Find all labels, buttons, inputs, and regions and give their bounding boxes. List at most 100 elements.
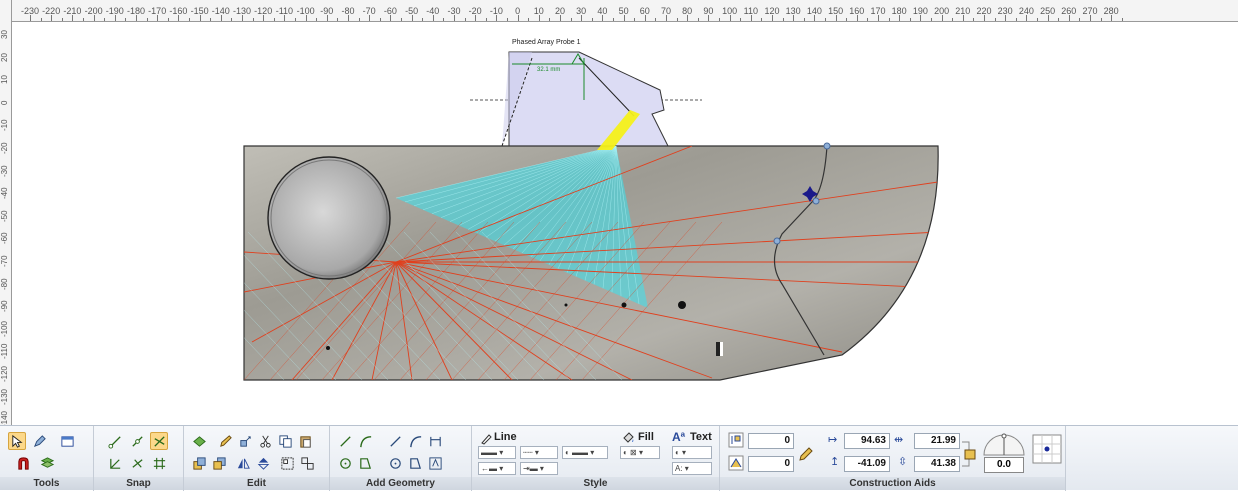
group-icon	[280, 456, 294, 470]
ruler-tick	[1015, 18, 1017, 21]
add-polygon-2-button[interactable]	[406, 454, 424, 472]
y-position-icon: ↥	[830, 456, 840, 468]
edit-shape-button[interactable]	[190, 432, 208, 450]
add-text-box-button[interactable]	[426, 454, 444, 472]
ruler-tick	[358, 18, 360, 21]
ruler-label: -50	[0, 210, 9, 222]
vertical-ruler[interactable]: 30 20 10 0 -10 -20 -30 -40 -50 -60 -70 -80 -90 -100 -1…	[0, 0, 12, 425]
ruler-tick	[835, 15, 837, 21]
side-drilled-hole[interactable]	[267, 156, 391, 280]
ruler-tick	[528, 18, 530, 21]
defect-hole[interactable]	[564, 303, 568, 307]
ruler-tick	[443, 18, 445, 21]
flip-vertical-icon	[257, 457, 269, 470]
y-position-field[interactable]: -41.09	[844, 456, 890, 472]
copy-button[interactable]	[276, 432, 294, 450]
ruler-tick	[644, 15, 646, 21]
text-style-icon: Aª	[672, 430, 686, 444]
line-start-combo[interactable]: ←▬ ▾	[478, 462, 516, 475]
ruler-tick	[623, 15, 625, 21]
flip-vertical-button[interactable]	[254, 454, 272, 472]
view-tool-button[interactable]	[58, 432, 76, 450]
ruler-label: -140	[0, 411, 9, 425]
drawing-canvas[interactable]: 32.1 mm Phased Array Probe 1	[12, 22, 1238, 425]
snap-perpendicular-icon	[109, 458, 120, 469]
magnet-tool-button[interactable]	[14, 454, 32, 472]
defect-hole[interactable]	[326, 346, 330, 350]
draw-edit-button[interactable]	[216, 432, 234, 450]
cut-button[interactable]	[256, 432, 274, 450]
ruler-tick	[634, 18, 636, 21]
defect-hole[interactable]	[621, 302, 627, 308]
snap-intersection-button[interactable]	[150, 432, 168, 450]
ruler-tick	[284, 15, 286, 21]
phased-array-probe[interactable]: 32.1 mm	[501, 51, 669, 147]
scale-button[interactable]	[236, 432, 254, 450]
text-size-combo[interactable]: A: ▾	[672, 462, 712, 475]
ruler-label: -80	[0, 277, 9, 290]
angle-dial-icon[interactable]	[982, 429, 1026, 457]
add-arc-2-button[interactable]	[406, 432, 424, 450]
ruler-label: -20	[0, 142, 9, 154]
fill-color-combo[interactable]: ◐ ⊠ ▾	[620, 446, 660, 459]
ruler-tick	[793, 15, 795, 21]
ruler-tick	[708, 15, 710, 21]
window-icon	[60, 435, 74, 447]
defect-hole[interactable]	[678, 301, 686, 309]
anchor-point-icon[interactable]	[1032, 434, 1062, 464]
ruler-tick	[549, 18, 551, 21]
select-tool-button[interactable]	[8, 432, 26, 450]
aspect-lock-icon[interactable]	[962, 436, 976, 472]
snap-group-label: Snap	[94, 477, 183, 490]
snap-grid-button[interactable]	[150, 454, 168, 472]
horizontal-ruler[interactable]: -230 -220 -210 -200 -190 -180 -170 -160 -150 -140…	[12, 0, 1238, 22]
ruler-tick	[581, 15, 583, 21]
angle-field[interactable]: 0.0	[984, 457, 1024, 473]
ruler-tick	[613, 18, 614, 21]
snap-perpendicular-button[interactable]	[106, 454, 124, 472]
layers-tool-button[interactable]	[38, 454, 56, 472]
add-circle-2-button[interactable]	[386, 454, 404, 472]
ruler-tick	[931, 18, 932, 21]
add-polygon-button[interactable]	[356, 454, 374, 472]
ruler-tick	[411, 15, 413, 21]
ruler-tick	[1121, 18, 1123, 21]
group-button[interactable]	[278, 454, 296, 472]
snap-endpoint-button[interactable]	[106, 432, 124, 450]
line-end-combo[interactable]: ⇥▬ ▾	[520, 462, 558, 475]
construction-aids-group: 0 0 ↦ 94.63 ⇹ 21.99 ↥ -41.09 ⇳ 41.38 0.0	[720, 426, 1066, 491]
pan-tool-button[interactable]	[30, 432, 48, 450]
snap-midpoint-button[interactable]	[128, 432, 146, 450]
ruler-label: 30	[0, 30, 9, 40]
bring-front-button[interactable]	[190, 454, 208, 472]
ruler-tick	[496, 15, 498, 21]
ruler-label: -120	[0, 366, 9, 383]
line-dash-combo[interactable]: ┄┄ ▾	[520, 446, 558, 459]
ruler-tick	[295, 18, 296, 21]
ungroup-button[interactable]	[298, 454, 316, 472]
line-weight-combo[interactable]: ▬▬ ▾	[478, 446, 516, 459]
add-line-button[interactable]	[336, 432, 354, 450]
text-bottom-field[interactable]: 0	[748, 456, 794, 472]
add-arc-button[interactable]	[356, 432, 374, 450]
text-font-combo[interactable]: ◐ ▾	[672, 446, 712, 459]
send-back-button[interactable]	[210, 454, 228, 472]
paste-button[interactable]	[296, 432, 314, 450]
snap-endpoint-icon	[107, 435, 121, 449]
ruler-tick	[189, 18, 190, 21]
snap-tangent-button[interactable]	[128, 454, 146, 472]
add-line-2-button[interactable]	[386, 432, 404, 450]
ruler-tick	[507, 18, 508, 21]
x-position-field[interactable]: 94.63	[844, 433, 890, 449]
flip-horizontal-button[interactable]	[234, 454, 252, 472]
style-group-label: Style	[472, 477, 719, 490]
add-circle-button[interactable]	[336, 454, 354, 472]
height-field[interactable]: 41.38	[914, 456, 960, 472]
add-dimension-button[interactable]	[426, 432, 444, 450]
width-field[interactable]: 21.99	[914, 433, 960, 449]
text-top-field[interactable]: 0	[748, 433, 794, 449]
edit-pencil-icon[interactable]	[798, 446, 814, 462]
ruler-tick	[337, 18, 339, 21]
ruler-tick	[157, 15, 159, 21]
line-color-combo[interactable]: ◐ ▬▬ ▾	[562, 446, 608, 459]
